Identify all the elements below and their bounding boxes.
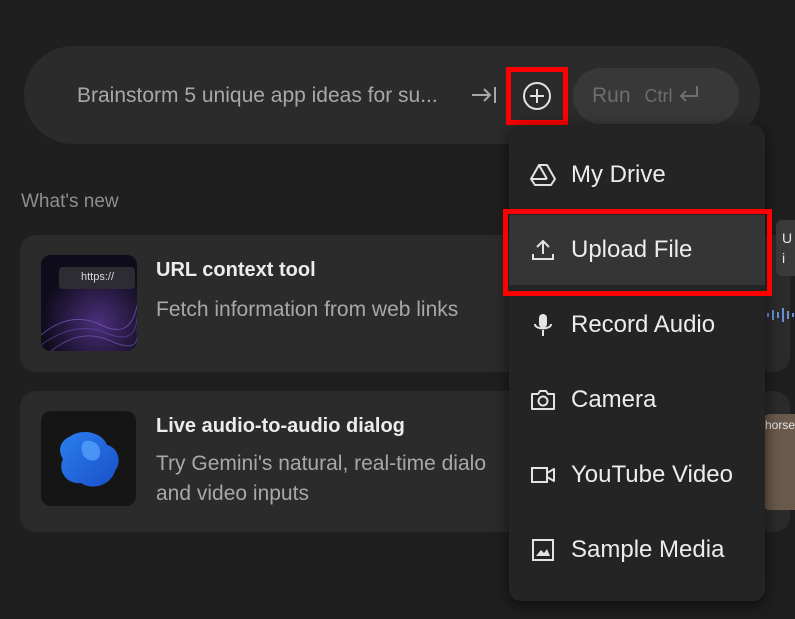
menu-item-camera[interactable]: Camera: [509, 365, 765, 435]
card-description-line: Try Gemini's natural, real-time dialo: [156, 452, 487, 475]
add-media-button[interactable]: [506, 67, 568, 125]
menu-item-youtube-video[interactable]: YouTube Video: [509, 440, 765, 510]
tooltip-text: U: [782, 230, 793, 246]
whats-new-heading: What's new: [21, 191, 119, 212]
tooltip-peek: U i: [776, 220, 795, 276]
run-shortcut: Ctrl: [644, 85, 673, 106]
menu-item-label: Camera: [571, 386, 657, 413]
upload-icon: [530, 237, 556, 263]
card-description: Fetch information from web links: [156, 298, 459, 321]
menu-item-label: Record Audio: [571, 311, 716, 338]
card-description: Try Gemini's natural, real-time dialo an…: [156, 449, 486, 509]
menu-item-label: My Drive: [571, 161, 666, 188]
enter-key-icon: [677, 84, 701, 109]
video-icon: [530, 462, 556, 488]
card-description-line: and video inputs: [156, 482, 309, 505]
prompt-input[interactable]: Brainstorm 5 unique app ideas for su...: [77, 84, 438, 108]
url-context-thumbnail: https://: [41, 255, 137, 351]
camera-icon: [530, 387, 556, 413]
plus-circle-icon: [523, 82, 551, 110]
run-label: Run: [592, 84, 631, 107]
audio-wave-icon: [767, 308, 794, 322]
menu-item-sample-media[interactable]: Sample Media: [509, 515, 765, 585]
microphone-icon: [530, 312, 556, 338]
menu-item-upload-file[interactable]: Upload File: [509, 215, 765, 285]
card-title: Live audio-to-audio dialog: [156, 415, 405, 437]
peek-text: horse.: [765, 418, 795, 432]
tab-to-end-icon: [470, 82, 498, 108]
menu-item-record-audio[interactable]: Record Audio: [509, 290, 765, 360]
run-button[interactable]: Run Ctrl: [573, 68, 739, 124]
live-audio-thumbnail: [41, 411, 136, 506]
add-media-menu: My Drive Upload File Record Audio Camera…: [509, 125, 765, 601]
drive-icon: [530, 162, 556, 188]
sample-card-peek: horse.: [762, 414, 795, 510]
card-title: URL context tool: [156, 259, 316, 281]
menu-item-label: Upload File: [571, 236, 693, 263]
menu-item-label: YouTube Video: [571, 461, 733, 488]
url-chip: https://: [59, 267, 135, 289]
image-icon: [530, 537, 556, 563]
menu-item-my-drive[interactable]: My Drive: [509, 140, 765, 210]
tooltip-text: i: [782, 250, 786, 266]
menu-item-label: Sample Media: [571, 536, 725, 563]
